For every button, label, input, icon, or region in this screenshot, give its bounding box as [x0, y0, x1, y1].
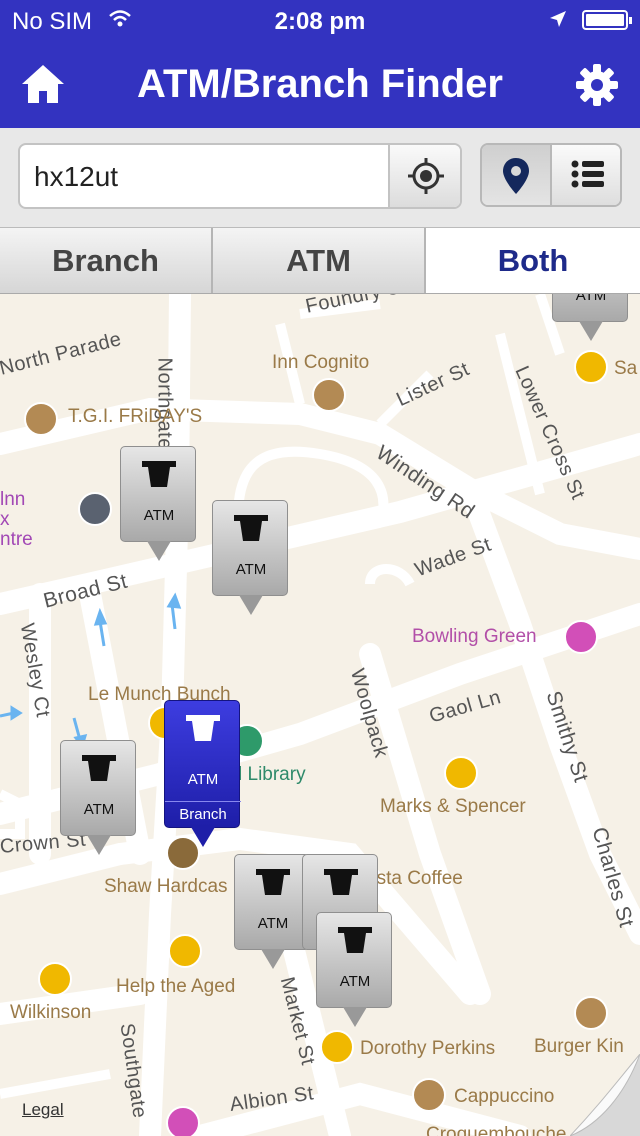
poi-label: Marks & Spencer	[380, 796, 526, 817]
gear-icon[interactable]	[574, 62, 620, 108]
list-view-button[interactable]	[552, 145, 620, 205]
street-label: Northgate	[153, 357, 176, 450]
pin-label: ATM	[257, 915, 289, 932]
cocktail-icon[interactable]	[564, 620, 598, 654]
filter-branch-tab[interactable]: Branch	[0, 228, 213, 293]
coffee-icon[interactable]	[412, 1078, 446, 1112]
status-bar: No SIM 2:08 pm	[0, 0, 640, 40]
poi-label: Shaw Hardcas	[104, 876, 228, 897]
location-arrow-icon	[548, 8, 568, 36]
poi-label: osta Coffee	[366, 868, 463, 889]
poi-label: Cappuccino	[454, 1086, 555, 1107]
atm-icon	[256, 869, 290, 895]
atm-pin[interactable]: ATM	[212, 500, 288, 615]
atm-icon	[186, 715, 220, 741]
poi-label: T.G.I. FRiDAY'S	[68, 406, 203, 427]
restaurant-icon[interactable]	[312, 378, 346, 412]
search-box	[18, 143, 462, 209]
filter-both-tab[interactable]: Both	[426, 228, 640, 293]
atm-pin[interactable]: ATM	[234, 854, 310, 969]
atm-pin[interactable]: ATM	[552, 294, 628, 341]
restaurant-icon[interactable]	[24, 402, 58, 436]
poi-label: Croquembouche	[426, 1124, 567, 1136]
current-location-button[interactable]	[388, 145, 460, 207]
page-curl-button[interactable]	[570, 1054, 640, 1136]
poi-label: lnn	[0, 489, 26, 510]
filter-atm-tab[interactable]: ATM	[213, 228, 426, 293]
atm-pin[interactable]: ATM	[120, 446, 196, 561]
atm-icon	[324, 869, 358, 895]
poi-label: Sa	[614, 358, 638, 379]
shopping-bag-icon[interactable]	[38, 962, 72, 996]
atm-icon	[338, 927, 372, 953]
nav-bar: ATM/Branch Finder	[0, 40, 640, 128]
clock: 2:08 pm	[274, 8, 366, 35]
atm-icon	[82, 755, 116, 781]
page-title: ATM/Branch Finder	[137, 62, 503, 106]
atm-pin[interactable]: ATM	[60, 740, 136, 855]
filter-segmented-control: Branch ATM Both	[0, 228, 640, 294]
poi-label: l Library	[238, 764, 306, 785]
pin-label: ATM	[339, 973, 371, 990]
search-row	[0, 128, 640, 228]
pin-label: ATM	[187, 771, 219, 788]
pin-label: ATM	[83, 801, 115, 818]
view-toggle	[480, 143, 622, 207]
poi-icon[interactable]	[166, 1106, 200, 1136]
pin-branch-label: Branch	[165, 801, 241, 823]
search-input[interactable]	[34, 157, 384, 197]
pin-label: ATM	[143, 507, 175, 524]
cinema-icon[interactable]	[78, 492, 112, 526]
map-pin-icon	[503, 158, 529, 194]
poi-label: Dorothy Perkins	[360, 1038, 496, 1059]
shopping-bag-icon[interactable]	[168, 934, 202, 968]
poi-label: Help the Aged	[116, 976, 236, 997]
battery-icon	[582, 10, 632, 30]
poi-label: Bowling Green	[412, 626, 537, 647]
poi-label: Wilkinson	[10, 1002, 92, 1023]
atm-icon	[142, 461, 176, 487]
atm-branch-pin[interactable]: ATM Branch	[164, 700, 241, 847]
shopping-cart-icon[interactable]	[574, 350, 608, 384]
list-icon	[571, 160, 604, 188]
crosshair-icon	[408, 158, 444, 194]
shopping-bag-icon[interactable]	[320, 1030, 354, 1064]
poi-label: x	[0, 509, 10, 530]
poi-label: ntre	[0, 529, 33, 550]
map-view[interactable]: Foundry St North Parade Northgate Lister…	[0, 294, 640, 1136]
legal-link[interactable]: Legal	[22, 1100, 64, 1120]
map-view-button[interactable]	[482, 145, 552, 205]
poi-label: Inn Cognito	[272, 352, 370, 373]
atm-icon	[234, 515, 268, 541]
pin-label: ATM	[575, 294, 607, 304]
restaurant-icon[interactable]	[574, 996, 608, 1030]
pin-label: ATM	[235, 561, 267, 578]
atm-pin[interactable]: ATM	[316, 912, 392, 1027]
shopping-bag-icon[interactable]	[444, 756, 478, 790]
